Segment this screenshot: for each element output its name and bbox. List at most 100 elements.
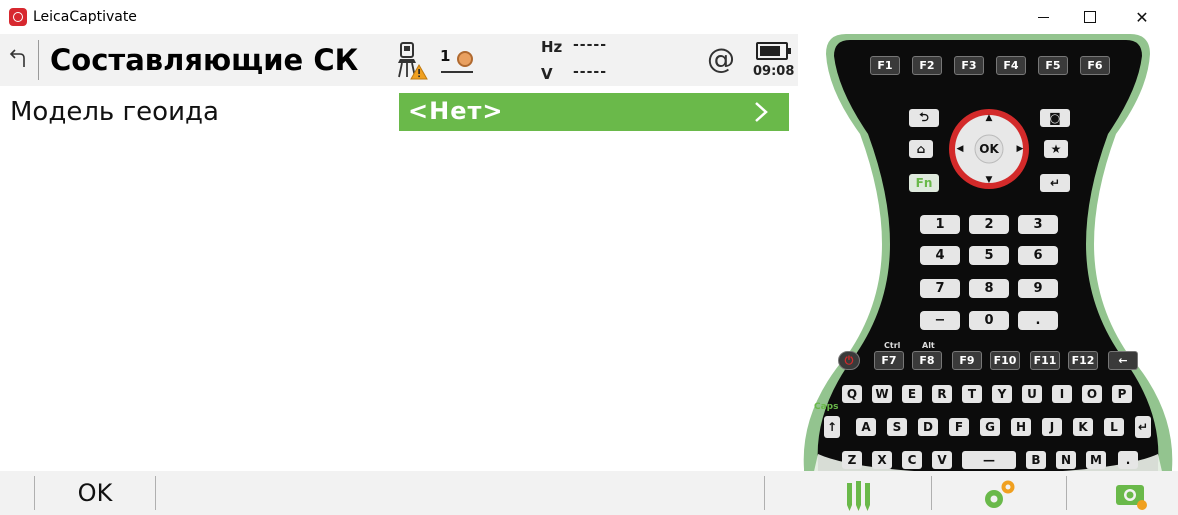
camera-key[interactable]: ◙ <box>1040 109 1070 127</box>
undo-key[interactable]: ⮌ <box>909 109 939 127</box>
f6-key[interactable]: F6 <box>1080 56 1110 75</box>
leica-logo-icon <box>9 8 27 26</box>
key-dot[interactable]: . <box>1018 311 1058 330</box>
arrow-down-key[interactable]: ▼ <box>982 174 996 186</box>
window-title: LeicaCaptivate <box>33 9 137 25</box>
key-g[interactable]: G <box>980 418 1000 436</box>
key-v[interactable]: V <box>932 451 952 469</box>
key-l[interactable]: L <box>1104 418 1124 436</box>
back-arrow-icon[interactable] <box>4 42 32 76</box>
camera-settings-icon[interactable] <box>1112 477 1152 513</box>
chevron-right-icon <box>755 102 768 122</box>
keypad-body <box>803 34 1173 515</box>
key-d[interactable]: D <box>918 418 938 436</box>
key-o[interactable]: O <box>1082 385 1102 403</box>
key-c[interactable]: C <box>902 451 922 469</box>
f7-key[interactable]: F7 <box>874 351 904 370</box>
hz-label: Hz <box>541 38 563 56</box>
arrow-up-key[interactable]: ▲ <box>982 112 996 124</box>
key-y[interactable]: Y <box>992 385 1012 403</box>
home-key[interactable]: ⌂ <box>909 140 933 158</box>
key-a[interactable]: A <box>856 418 876 436</box>
softkey-bar: OK <box>0 471 1178 515</box>
instrument-warning-icon <box>398 42 428 80</box>
softkey-separator <box>155 476 156 510</box>
close-button[interactable]: ✕ <box>1119 0 1165 34</box>
settings-gears-icon[interactable] <box>980 477 1020 513</box>
key-6[interactable]: 6 <box>1018 246 1058 265</box>
key-b[interactable]: B <box>1026 451 1046 469</box>
hz-value: ----- <box>573 37 608 53</box>
key-5[interactable]: 5 <box>969 246 1009 265</box>
geoid-model-label: Модель геоида <box>10 97 219 127</box>
key-q[interactable]: Q <box>842 385 862 403</box>
minimize-button[interactable] <box>1020 0 1066 34</box>
key-minus[interactable]: − <box>920 311 960 330</box>
softkey-separator <box>764 476 765 510</box>
prism-target-icon <box>457 51 473 67</box>
f8-key[interactable]: F8 <box>912 351 942 370</box>
key-x[interactable]: X <box>872 451 892 469</box>
key-1[interactable]: 1 <box>920 215 960 234</box>
key-e[interactable]: E <box>902 385 922 403</box>
key-2[interactable]: 2 <box>969 215 1009 234</box>
key-3[interactable]: 3 <box>1018 215 1058 234</box>
key-t[interactable]: T <box>962 385 982 403</box>
key-n[interactable]: N <box>1056 451 1076 469</box>
f1-key[interactable]: F1 <box>870 56 900 75</box>
favorite-key[interactable]: ★ <box>1044 140 1068 158</box>
key-j[interactable]: J <box>1042 418 1062 436</box>
key-w[interactable]: W <box>872 385 892 403</box>
enter-key[interactable]: ↵ <box>1040 174 1070 192</box>
leica-captivate-window: LeicaCaptivate ✕ Составляющие СК 1 Hz --… <box>0 0 1178 515</box>
virtual-keypad: F1 F2 F3 F4 F5 F6 ⮌ ◙ ⌂ ★ Fn ↵ OK ▲ ▼ ◀ … <box>798 34 1178 515</box>
ok-softkey[interactable]: OK <box>36 471 154 515</box>
caps-label: Caps <box>814 402 839 412</box>
key-0[interactable]: 0 <box>969 311 1009 330</box>
v-value: ----- <box>573 64 608 80</box>
space-key[interactable]: — <box>962 451 1016 469</box>
backspace-key[interactable]: ← <box>1108 351 1138 370</box>
title-bar: LeicaCaptivate ✕ <box>0 0 1178 34</box>
key-h[interactable]: H <box>1011 418 1031 436</box>
power-key[interactable]: ⏻ <box>838 351 860 370</box>
page-header: Составляющие СК 1 Hz ----- V ----- @ 09:… <box>0 34 798 86</box>
f12-key[interactable]: F12 <box>1068 351 1098 370</box>
softkey-separator <box>931 476 932 510</box>
key-period[interactable]: . <box>1118 451 1138 469</box>
ok-key[interactable]: OK <box>974 139 1004 159</box>
key-7[interactable]: 7 <box>920 279 960 298</box>
key-u[interactable]: U <box>1022 385 1042 403</box>
maximize-button[interactable] <box>1067 0 1113 34</box>
f11-key[interactable]: F11 <box>1030 351 1060 370</box>
target-underline <box>441 71 473 73</box>
pens-icon[interactable] <box>842 477 876 513</box>
battery-icon <box>756 42 791 60</box>
shift-key[interactable]: ↑ <box>824 416 840 438</box>
key-p[interactable]: P <box>1112 385 1132 403</box>
geoid-model-select[interactable]: <Нет> <box>399 93 789 131</box>
f9-key[interactable]: F9 <box>952 351 982 370</box>
key-4[interactable]: 4 <box>920 246 960 265</box>
f5-key[interactable]: F5 <box>1038 56 1068 75</box>
arrow-left-key[interactable]: ◀ <box>954 143 966 155</box>
key-s[interactable]: S <box>887 418 907 436</box>
f4-key[interactable]: F4 <box>996 56 1026 75</box>
f3-key[interactable]: F3 <box>954 56 984 75</box>
return-key[interactable]: ↵ <box>1135 416 1151 438</box>
key-k[interactable]: K <box>1073 418 1093 436</box>
key-z[interactable]: Z <box>842 451 862 469</box>
key-9[interactable]: 9 <box>1018 279 1058 298</box>
key-r[interactable]: R <box>932 385 952 403</box>
key-m[interactable]: M <box>1086 451 1106 469</box>
alt-label: Alt <box>922 341 935 350</box>
key-8[interactable]: 8 <box>969 279 1009 298</box>
key-i[interactable]: I <box>1052 385 1072 403</box>
fn-key[interactable]: Fn <box>909 174 939 192</box>
arrow-right-key[interactable]: ▶ <box>1014 143 1026 155</box>
key-f[interactable]: F <box>949 418 969 436</box>
f2-key[interactable]: F2 <box>912 56 942 75</box>
v-label: V <box>541 65 553 83</box>
target-number: 1 <box>440 47 451 65</box>
f10-key[interactable]: F10 <box>990 351 1020 370</box>
